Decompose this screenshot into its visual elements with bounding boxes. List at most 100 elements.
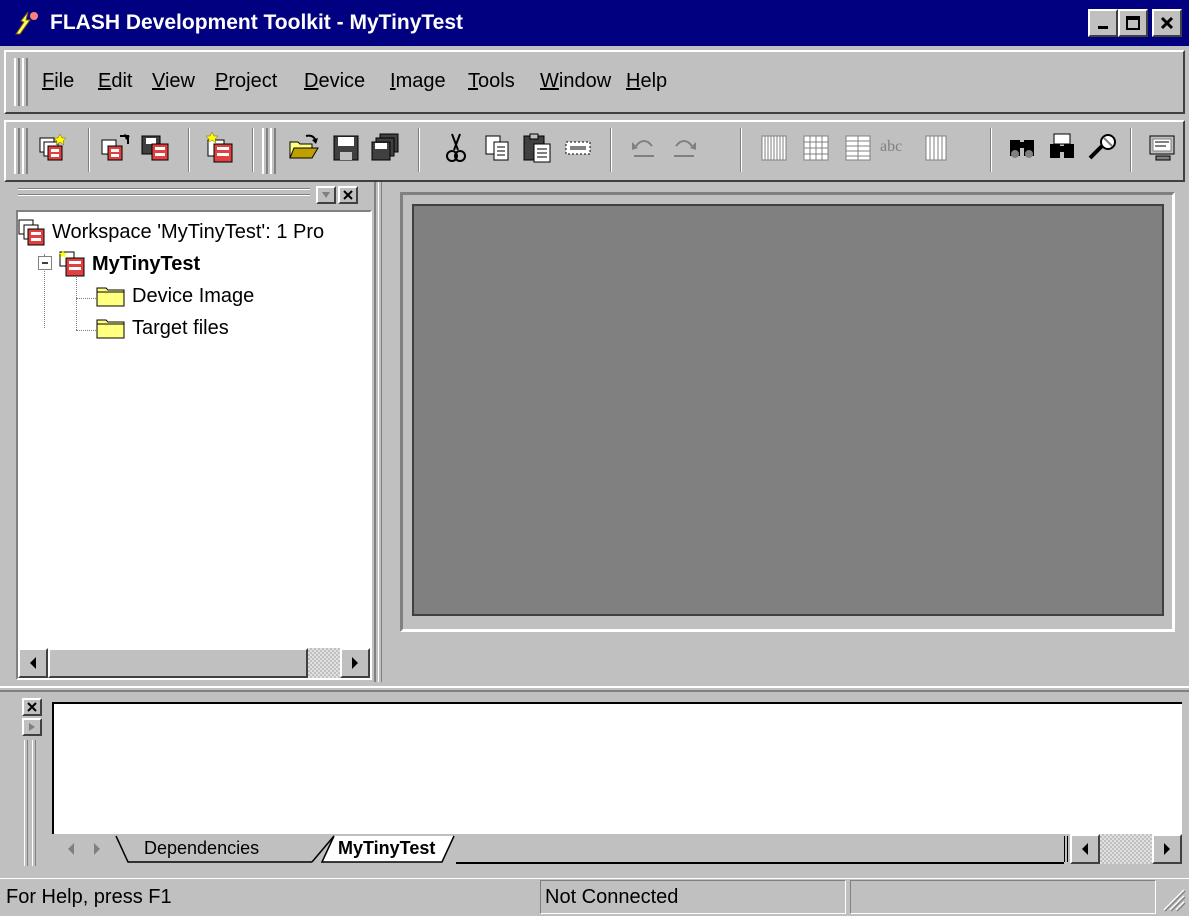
title-bar[interactable]: FLASH Development Toolkit - MyTinyTest	[0, 0, 1189, 46]
menu-bar-grip-2	[22, 58, 28, 106]
folder-icon	[96, 319, 125, 339]
workspace-restore-button[interactable]	[316, 186, 336, 204]
tree-item-workspace[interactable]: Workspace 'MyTinyTest': 1 Pro	[18, 218, 324, 246]
tree-item-device-image[interactable]: Device Image	[96, 284, 254, 308]
copy-button[interactable]	[482, 132, 514, 164]
horizontal-splitter[interactable]	[0, 686, 1189, 692]
toolbar-grip-2	[270, 128, 276, 174]
close-icon	[27, 702, 37, 712]
output-scroll-right-button[interactable]	[1152, 834, 1182, 864]
toolbar-separator	[88, 128, 90, 172]
tab-mytinytest[interactable]: MyTinyTest	[338, 838, 435, 859]
tab-splitter[interactable]	[1064, 836, 1068, 862]
select-icon	[565, 141, 591, 155]
paste-button[interactable]	[522, 132, 554, 164]
menu-edit[interactable]: Edit	[98, 70, 132, 93]
scroll-track[interactable]	[308, 648, 340, 678]
new-workspace-icon	[39, 133, 67, 161]
new-project-button[interactable]	[204, 131, 236, 164]
resize-grip-icon[interactable]	[1160, 886, 1186, 912]
tree-item-label: Device Image	[132, 284, 255, 307]
output-grip[interactable]	[24, 740, 28, 866]
output-scroll-left-button[interactable]	[1070, 834, 1100, 864]
replace-icon	[1088, 134, 1116, 160]
find-button[interactable]	[1006, 132, 1038, 164]
tree-item-project[interactable]: MyTinyTest	[58, 250, 200, 278]
menu-view[interactable]: View	[152, 70, 195, 93]
view-16bit-button[interactable]	[800, 132, 832, 164]
cut-button[interactable]	[440, 132, 472, 164]
workspace-tree[interactable]: Workspace 'MyTinyTest': 1 Pro MyTinyTest…	[16, 210, 372, 680]
menu-view-key: V	[152, 70, 165, 92]
view-ascii-button[interactable]: abc	[880, 138, 902, 156]
open-workspace-icon	[101, 134, 130, 161]
save-button[interactable]	[330, 132, 362, 164]
redo-button[interactable]	[668, 132, 700, 164]
workspace-grip[interactable]	[18, 188, 310, 190]
status-connection: Not Connected	[540, 880, 846, 914]
monitor-icon	[1149, 135, 1175, 161]
close-icon	[343, 190, 353, 200]
project-icon	[59, 250, 85, 277]
undo-button[interactable]	[628, 132, 660, 164]
scroll-left-button[interactable]	[18, 648, 48, 678]
minimize-button[interactable]	[1088, 9, 1118, 37]
find-icon	[1010, 140, 1034, 158]
view-16bit-icon	[803, 135, 829, 161]
tree-line	[76, 330, 96, 331]
menu-file[interactable]: File	[42, 70, 74, 93]
arrow-right-icon	[94, 843, 100, 855]
arrow-left-icon	[30, 657, 36, 669]
monitor-button[interactable]	[1146, 132, 1178, 164]
menu-image[interactable]: Image	[390, 70, 446, 93]
maximize-button[interactable]	[1118, 9, 1148, 37]
new-workspace-button[interactable]	[38, 132, 70, 164]
status-help-label: For Help, press F1	[6, 885, 172, 908]
menu-tools[interactable]: Tools	[468, 70, 515, 93]
collapse-toggle[interactable]	[38, 256, 52, 270]
tab-scroll-left-button[interactable]	[58, 836, 84, 862]
scroll-thumb[interactable]	[48, 648, 308, 678]
menu-edit-key: E	[98, 70, 112, 92]
view-32bit-button[interactable]	[842, 132, 874, 164]
output-window[interactable]	[52, 702, 1182, 834]
replace-button[interactable]	[1086, 132, 1118, 164]
menu-device[interactable]: Device	[304, 70, 365, 93]
arrow-right-icon	[1164, 843, 1170, 855]
output-restore-button[interactable]	[22, 718, 42, 736]
find-in-files-button[interactable]	[1046, 132, 1078, 164]
toolbar-grip[interactable]	[262, 128, 268, 174]
select-button[interactable]	[562, 132, 594, 164]
scroll-right-button[interactable]	[340, 648, 370, 678]
menu-window[interactable]: Window	[540, 70, 611, 93]
menu-bar-grip[interactable]	[14, 58, 20, 106]
menu-help-key: H	[626, 70, 641, 92]
menu-help[interactable]: Help	[626, 70, 667, 93]
window-title: FLASH Development Toolkit - MyTinyTest	[50, 11, 464, 34]
tree-line	[76, 274, 77, 330]
workspace-close-button[interactable]	[338, 186, 358, 204]
workspace-hscrollbar[interactable]	[18, 648, 370, 678]
output-close-button[interactable]	[22, 698, 42, 716]
open-workspace-button[interactable]	[100, 132, 132, 164]
tab-dependencies[interactable]: Dependencies	[144, 838, 259, 859]
output-scroll-track[interactable]	[1100, 834, 1152, 864]
tab-scroll-right-button[interactable]	[84, 836, 110, 862]
close-button[interactable]	[1152, 9, 1182, 37]
open-file-button[interactable]	[288, 132, 320, 164]
status-help-text: For Help, press F1	[2, 880, 532, 914]
menu-project[interactable]: Project	[215, 70, 277, 93]
toolbar-grip[interactable]	[14, 128, 20, 174]
view-mixed-button[interactable]	[920, 132, 952, 164]
save-workspace-button[interactable]	[140, 132, 172, 164]
save-all-button[interactable]	[370, 132, 402, 164]
open-file-icon	[289, 134, 319, 159]
vertical-splitter[interactable]	[378, 182, 382, 682]
view-8bit-button[interactable]	[758, 132, 790, 164]
view-8bit-icon	[761, 135, 787, 161]
undo-icon	[632, 140, 654, 157]
tree-item-label: MyTinyTest	[92, 252, 201, 275]
tab-baseline	[456, 862, 1064, 864]
tree-item-target-files[interactable]: Target files	[96, 316, 229, 340]
mdi-client-area[interactable]	[412, 204, 1164, 616]
